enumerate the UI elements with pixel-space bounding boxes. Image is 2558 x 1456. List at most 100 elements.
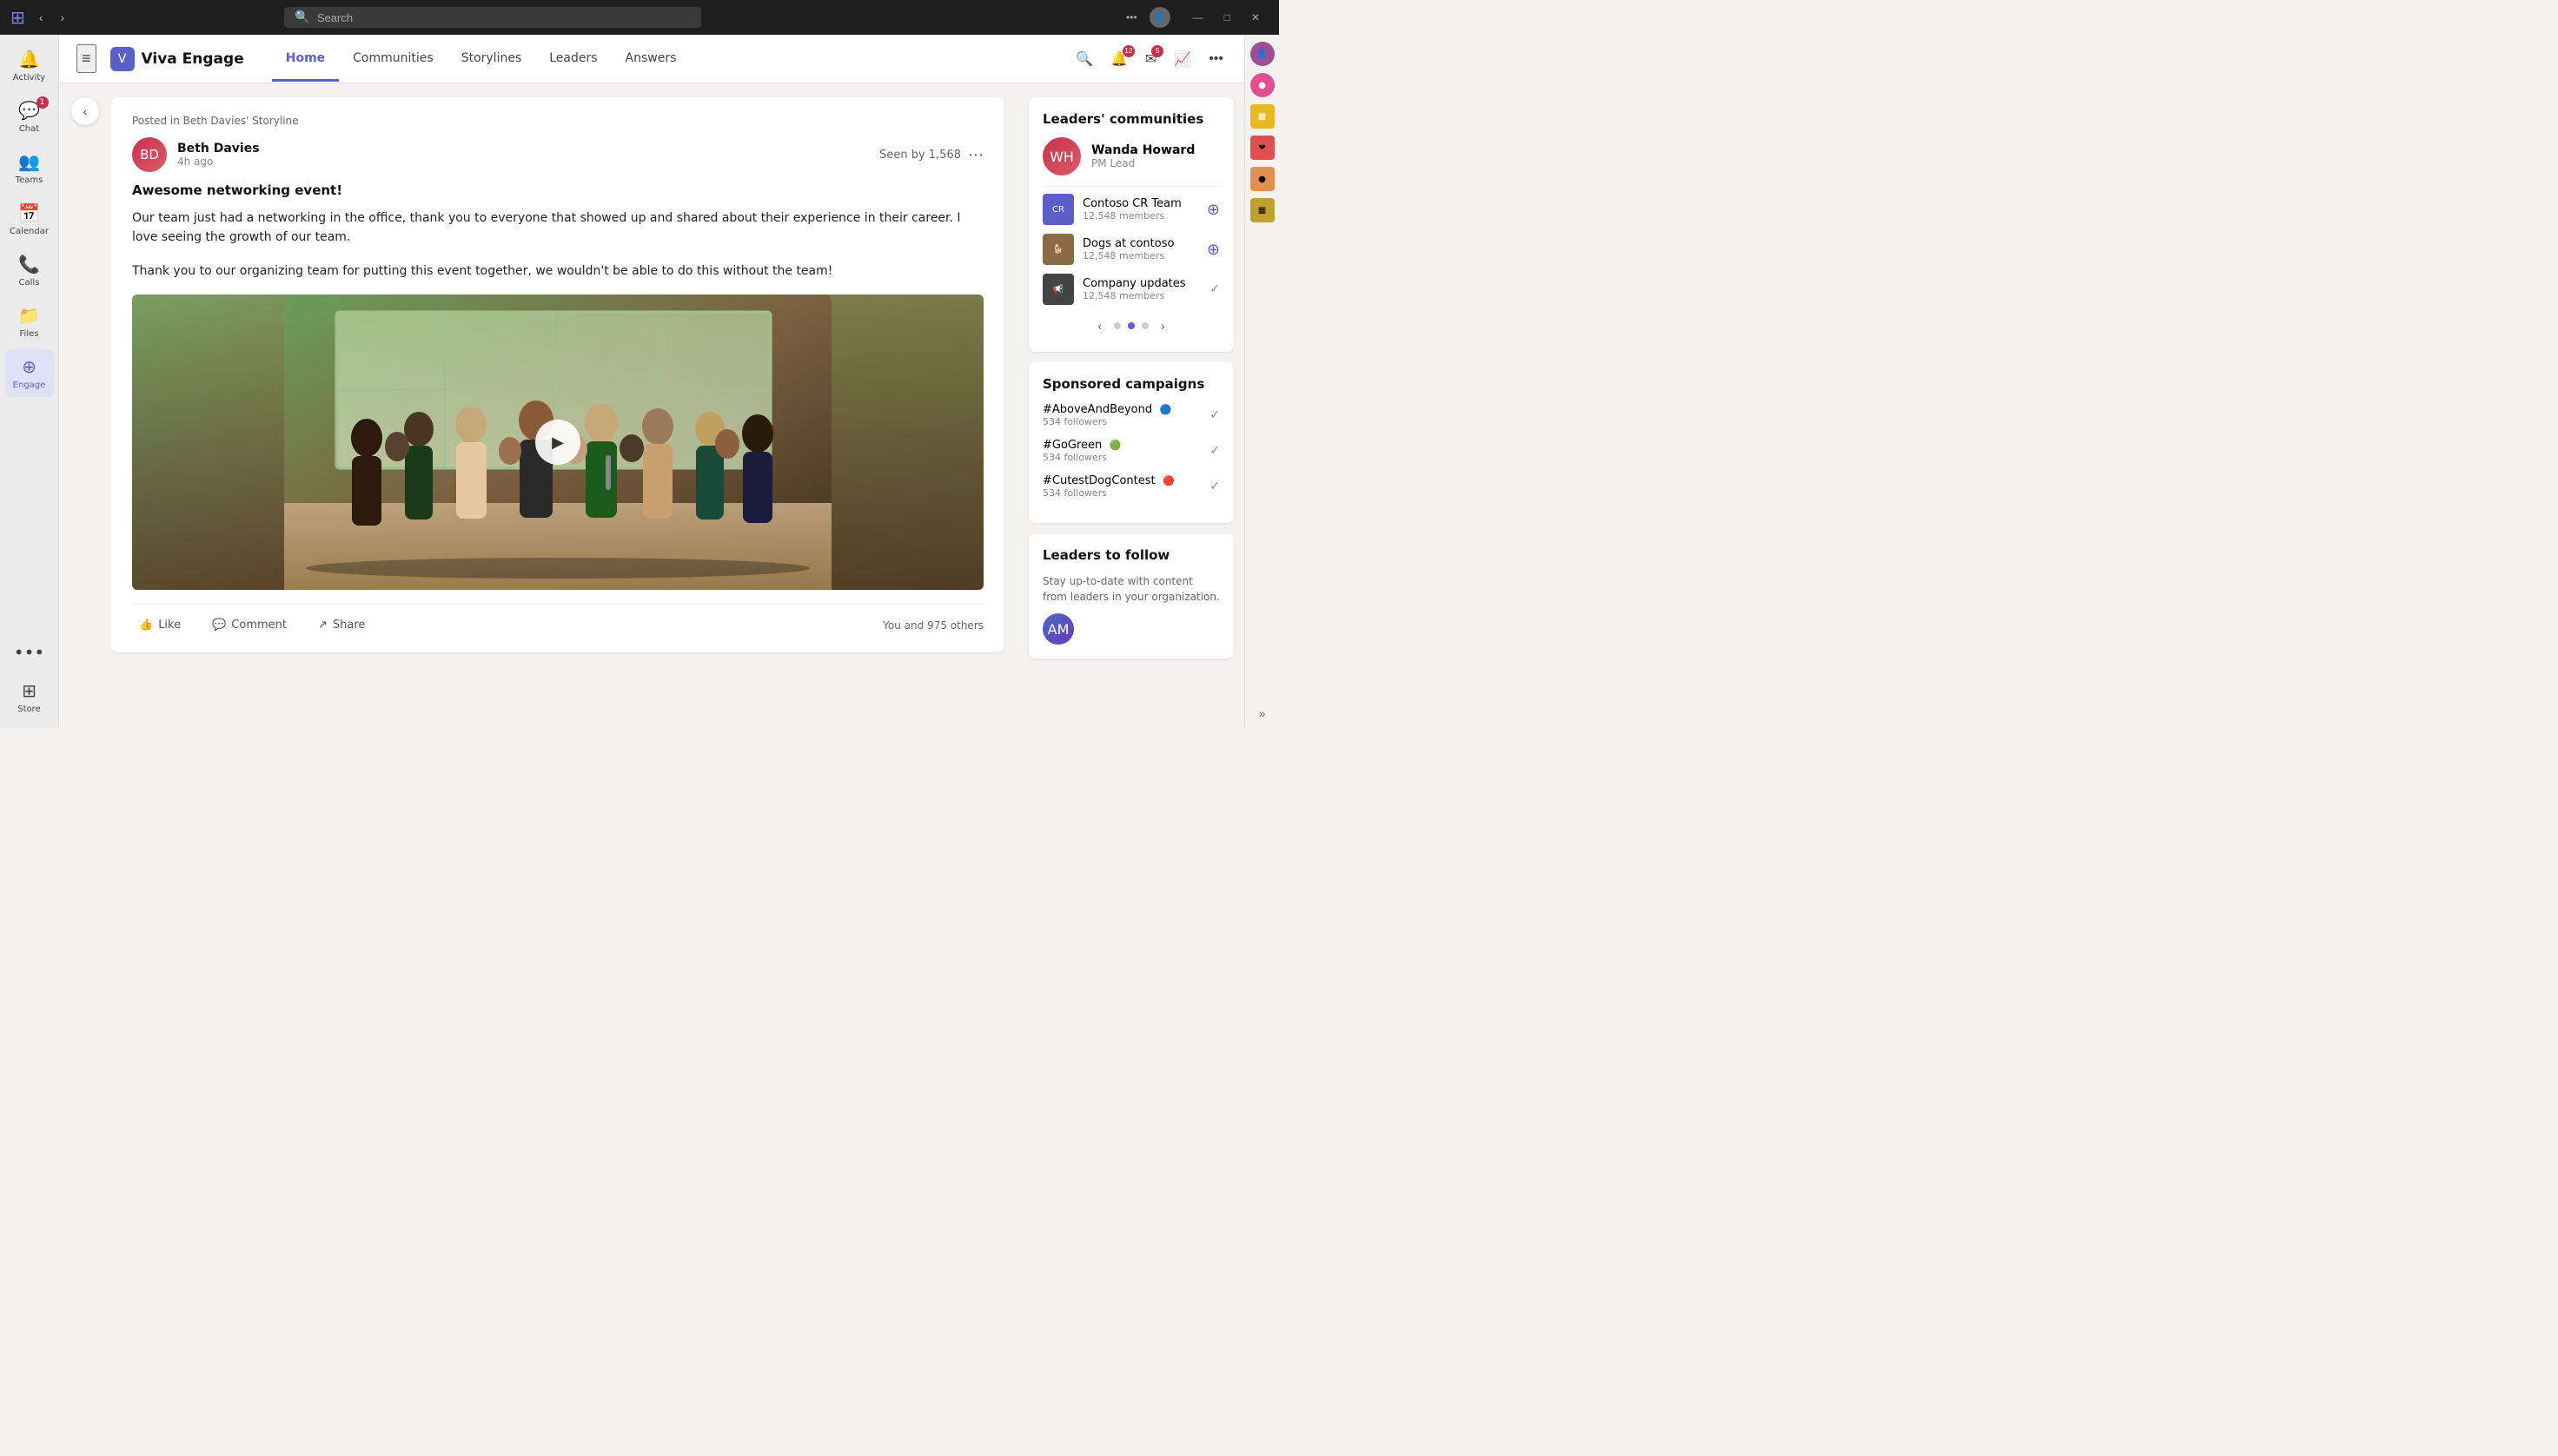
right-sidebar-avatar-1[interactable]: 👤 <box>1250 42 1275 66</box>
engage-icon: ⊕ <box>22 356 36 377</box>
post-author-info: Beth Davies 4h ago <box>177 142 260 168</box>
app-name: Viva Engage <box>142 50 244 68</box>
community-name-1: Contoso CR Team <box>1083 197 1182 210</box>
tab-leaders[interactable]: Leaders <box>535 37 611 82</box>
right-sidebar-icon-1[interactable]: ● <box>1250 73 1275 97</box>
tab-storylines[interactable]: Storylines <box>447 37 536 82</box>
post-time: 4h ago <box>177 156 260 168</box>
right-panel: Leaders' communities WH Wanda Howard PM … <box>1018 83 1244 728</box>
sidebar-item-calls[interactable]: 📞 Calls <box>5 247 54 295</box>
sidebar-item-engage[interactable]: ⊕ Engage <box>5 349 54 397</box>
leaders-to-follow-title: Leaders to follow <box>1043 547 1220 563</box>
campaign-name-text-1: #AboveAndBeyond <box>1043 403 1152 416</box>
campaign-badge-2: 🟢 <box>1110 440 1122 451</box>
sidebar-item-files[interactable]: 📁 Files <box>5 298 54 346</box>
app-logo: V Viva Engage <box>110 47 244 71</box>
campaign-check-3: ✓ <box>1209 480 1220 493</box>
sidebar-item-store[interactable]: ⊞ Store <box>5 673 54 721</box>
sidebar-item-teams[interactable]: 👥 Teams <box>5 144 54 192</box>
campaign-name-text-2: #GoGreen <box>1043 439 1102 452</box>
post-more-button[interactable]: ⋯ <box>968 146 984 164</box>
store-icon: ⊞ <box>22 680 36 701</box>
nav-tabs: Home Communities Storylines Leaders Answ… <box>272 36 691 81</box>
messages-button[interactable]: ✉ 5 <box>1142 47 1160 71</box>
sidebar-item-more[interactable]: ••• <box>5 635 54 670</box>
community-join-1[interactable]: ⊕ <box>1207 201 1220 219</box>
post-actions: 👍 Like 💬 Comment ↗ Share You and 975 oth… <box>132 604 984 635</box>
icon-sidebar: 🔔 Activity 💬 Chat 1 👥 Teams 📅 Calendar 📞… <box>0 35 59 728</box>
dot-1[interactable] <box>1114 322 1121 329</box>
share-label: Share <box>333 619 366 632</box>
maximize-button[interactable]: □ <box>1216 10 1239 25</box>
notifications-badge: 12 <box>1123 45 1135 57</box>
share-action[interactable]: ↗ Share <box>311 615 372 635</box>
community-join-2[interactable]: ⊕ <box>1207 241 1220 259</box>
close-button[interactable]: ✕ <box>1243 10 1269 25</box>
community-members-1: 12,548 members <box>1083 210 1182 222</box>
tab-home[interactable]: Home <box>272 37 339 82</box>
search-input[interactable] <box>317 11 692 24</box>
nav-forward-button[interactable]: › <box>53 7 71 28</box>
files-icon: 📁 <box>18 305 40 326</box>
search-bar[interactable]: 🔍 <box>284 7 701 28</box>
sidebar-item-activity[interactable]: 🔔 Activity <box>5 42 54 89</box>
hamburger-button[interactable]: ≡ <box>76 44 96 73</box>
back-panel: ‹ <box>59 83 111 728</box>
minimize-button[interactable]: — <box>1184 10 1212 25</box>
campaign-check-2: ✓ <box>1209 444 1220 458</box>
search-icon: 🔍 <box>295 10 309 24</box>
right-sidebar-icon-3[interactable]: ❤ <box>1250 136 1275 160</box>
sponsored-campaigns-card: Sponsored campaigns #AboveAndBeyond 🔵 53… <box>1029 362 1234 523</box>
search-button[interactable]: 🔍 <box>1072 47 1097 71</box>
dot-3[interactable] <box>1142 322 1149 329</box>
play-button[interactable]: ▶ <box>535 420 580 465</box>
sidebar-item-label: Calendar <box>10 227 49 236</box>
teams-logo-icon: ⊞ <box>10 7 25 28</box>
leader-follow-item: AM <box>1043 613 1220 645</box>
comment-icon: 💬 <box>212 619 226 632</box>
nav-back-forward: ‹ › <box>32 7 71 28</box>
campaign-item-3: #CutestDogContest 🔴 534 followers ✓ <box>1043 473 1220 499</box>
post-image: ▶ <box>132 295 984 590</box>
top-nav-actions: 🔍 🔔 12 ✉ 5 📈 ••• <box>1072 47 1227 71</box>
comment-action[interactable]: 💬 Comment <box>205 615 294 635</box>
leaders-to-follow-desc: Stay up-to-date with content from leader… <box>1043 573 1220 605</box>
top-nav-more-button[interactable]: ••• <box>1205 48 1227 70</box>
main-content: ≡ V Viva Engage Home Communities Storyli… <box>59 35 1244 728</box>
nav-back-button[interactable]: ‹ <box>32 7 50 28</box>
post-body-2: Thank you to our organizing team for put… <box>132 261 984 281</box>
tab-communities[interactable]: Communities <box>339 37 447 82</box>
dots-prev-button[interactable]: ‹ <box>1092 317 1107 334</box>
collapse-button[interactable]: » <box>1259 706 1266 720</box>
community-check-3: ✓ <box>1209 282 1220 296</box>
community-info-3: Company updates 12,548 members <box>1083 277 1186 301</box>
like-action[interactable]: 👍 Like <box>132 615 188 635</box>
community-item-3: 📢 Company updates 12,548 members ✓ <box>1043 274 1220 305</box>
notifications-button[interactable]: 🔔 12 <box>1107 47 1131 71</box>
calendar-icon: 📅 <box>18 202 40 223</box>
more-icon: ••• <box>14 642 44 663</box>
leader-follow-avatar: AM <box>1043 613 1074 645</box>
leaders-communities-card: Leaders' communities WH Wanda Howard PM … <box>1029 97 1234 352</box>
tab-answers[interactable]: Answers <box>612 37 691 82</box>
campaign-badge-1: 🔵 <box>1160 404 1172 415</box>
analytics-button[interactable]: 📈 <box>1170 47 1195 71</box>
leaders-communities-title: Leaders' communities <box>1043 111 1220 127</box>
calls-icon: 📞 <box>18 254 40 275</box>
sponsored-campaigns-title: Sponsored campaigns <box>1043 376 1220 392</box>
dots-next-button[interactable]: › <box>1156 317 1170 334</box>
sidebar-item-chat[interactable]: 💬 Chat 1 <box>5 93 54 141</box>
titlebar-more-button[interactable]: ••• <box>1121 8 1143 27</box>
right-sidebar-icon-4[interactable]: ● <box>1250 167 1275 191</box>
content-area: ‹ Posted in Beth Davies' Storyline BD Be… <box>59 83 1244 728</box>
right-sidebar-icon-2[interactable]: ▦ <box>1250 104 1275 129</box>
campaign-followers-3: 534 followers <box>1043 487 1209 499</box>
back-button[interactable]: ‹ <box>71 97 99 125</box>
post-meta: Seen by 1,568 ⋯ <box>879 146 984 164</box>
sidebar-item-calendar[interactable]: 📅 Calendar <box>5 195 54 243</box>
avatar: 👤 <box>1150 7 1170 28</box>
seen-by: Seen by 1,568 <box>879 149 961 162</box>
sidebar-item-label: Files <box>20 329 39 339</box>
right-sidebar-icon-5[interactable]: ▦ <box>1250 198 1275 222</box>
dot-2[interactable] <box>1128 322 1135 329</box>
